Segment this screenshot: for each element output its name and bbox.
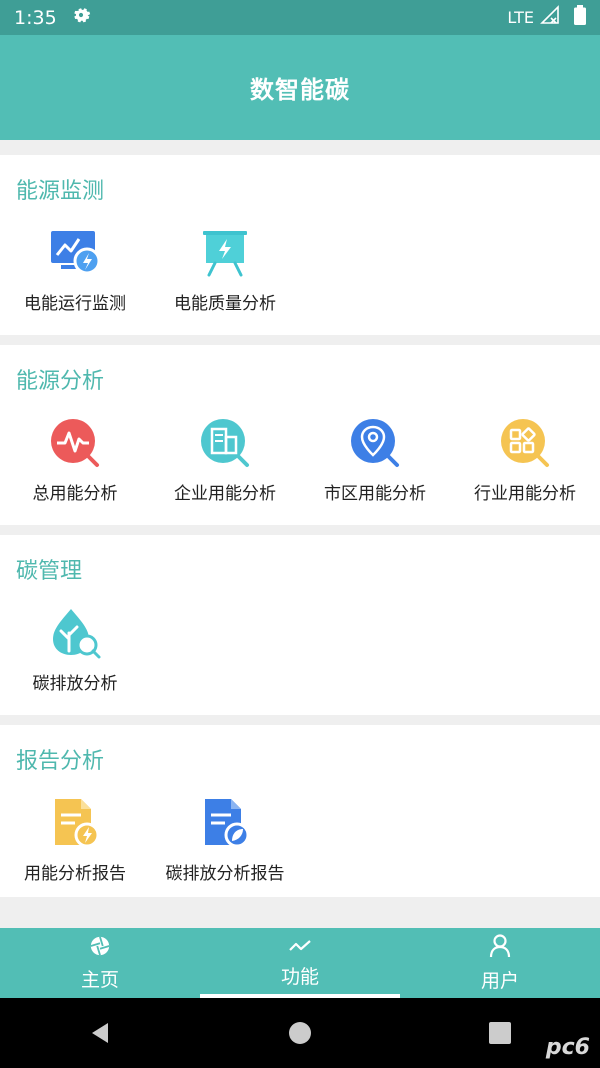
item-label: 企业用能分析 bbox=[174, 484, 276, 504]
district-energy-analysis-item[interactable]: 市区用能分析 bbox=[300, 415, 450, 504]
section-energy-analysis: 能源分析 总用能分析 企业用能分析 市区用能分析 行业用能分析 bbox=[0, 345, 600, 525]
item-label: 电能质量分析 bbox=[174, 294, 276, 314]
nav-features[interactable]: 功能 bbox=[200, 928, 400, 998]
section-title: 能源监测 bbox=[16, 179, 105, 204]
system-navigation-bar: pc6 bbox=[0, 998, 600, 1068]
item-label: 总用能分析 bbox=[32, 484, 118, 504]
section-carbon-management: 碳管理 碳排放分析 bbox=[0, 535, 600, 715]
bottom-navigation: 主页 功能 用户 bbox=[0, 928, 600, 998]
location-search-icon bbox=[347, 415, 403, 471]
industry-energy-analysis-item[interactable]: 行业用能分析 bbox=[450, 415, 600, 504]
leaf-search-icon bbox=[47, 605, 103, 661]
pulse-search-icon bbox=[47, 415, 103, 471]
building-search-icon bbox=[197, 415, 253, 471]
section-energy-monitoring: 能源监测 电能运行监测 电能质量分析 bbox=[0, 155, 600, 335]
app-header: 数智能碳 bbox=[0, 35, 600, 140]
total-energy-analysis-item[interactable]: 总用能分析 bbox=[0, 415, 150, 504]
enterprise-energy-analysis-item[interactable]: 企业用能分析 bbox=[150, 415, 300, 504]
recents-square-icon bbox=[489, 1022, 511, 1044]
carbon-emission-report-item[interactable]: 碳排放分析报告 bbox=[150, 795, 300, 884]
user-icon bbox=[489, 933, 511, 962]
nav-label: 用户 bbox=[480, 969, 519, 992]
home-circle-icon bbox=[289, 1022, 311, 1044]
section-title: 碳管理 bbox=[16, 559, 83, 584]
signal-icon bbox=[540, 5, 560, 30]
network-label: LTE bbox=[507, 8, 534, 27]
monitor-lightning-icon bbox=[47, 225, 103, 281]
home-button[interactable] bbox=[270, 1003, 330, 1063]
energy-analysis-report-item[interactable]: 用能分析报告 bbox=[0, 795, 150, 884]
carbon-emission-analysis-item[interactable]: 碳排放分析 bbox=[0, 605, 150, 694]
status-time: 1:35 bbox=[14, 6, 57, 29]
back-button[interactable] bbox=[70, 1003, 130, 1063]
status-bar: 1:35 LTE bbox=[0, 0, 600, 35]
item-label: 行业用能分析 bbox=[474, 484, 576, 504]
recents-button[interactable] bbox=[470, 1003, 530, 1063]
watermark-logo: pc6 bbox=[545, 1035, 590, 1060]
item-label: 碳排放分析报告 bbox=[165, 864, 285, 884]
item-label: 用能分析报告 bbox=[24, 864, 126, 884]
aperture-icon bbox=[89, 935, 111, 961]
item-label: 市区用能分析 bbox=[324, 484, 426, 504]
page-title: 数智能碳 bbox=[250, 76, 350, 104]
nav-home[interactable]: 主页 bbox=[0, 928, 200, 998]
settings-gear-icon bbox=[71, 5, 91, 30]
item-label: 电能运行监测 bbox=[24, 294, 126, 314]
nav-label: 功能 bbox=[280, 965, 319, 988]
nav-user[interactable]: 用户 bbox=[400, 928, 600, 998]
power-operation-monitoring-item[interactable]: 电能运行监测 bbox=[0, 225, 150, 314]
trend-icon bbox=[288, 938, 312, 958]
power-quality-analysis-item[interactable]: 电能质量分析 bbox=[150, 225, 300, 314]
nav-label: 主页 bbox=[80, 968, 119, 991]
grid-search-icon bbox=[497, 415, 553, 471]
document-leaf-icon bbox=[197, 795, 253, 851]
item-label: 碳排放分析 bbox=[32, 674, 118, 694]
section-title: 能源分析 bbox=[16, 369, 105, 394]
board-lightning-icon bbox=[197, 225, 253, 281]
document-lightning-icon bbox=[47, 795, 103, 851]
battery-icon bbox=[574, 5, 586, 30]
back-triangle-icon bbox=[92, 1023, 108, 1043]
section-title: 报告分析 bbox=[16, 749, 105, 774]
section-report-analysis: 报告分析 用能分析报告 碳排放分析报告 bbox=[0, 725, 600, 897]
